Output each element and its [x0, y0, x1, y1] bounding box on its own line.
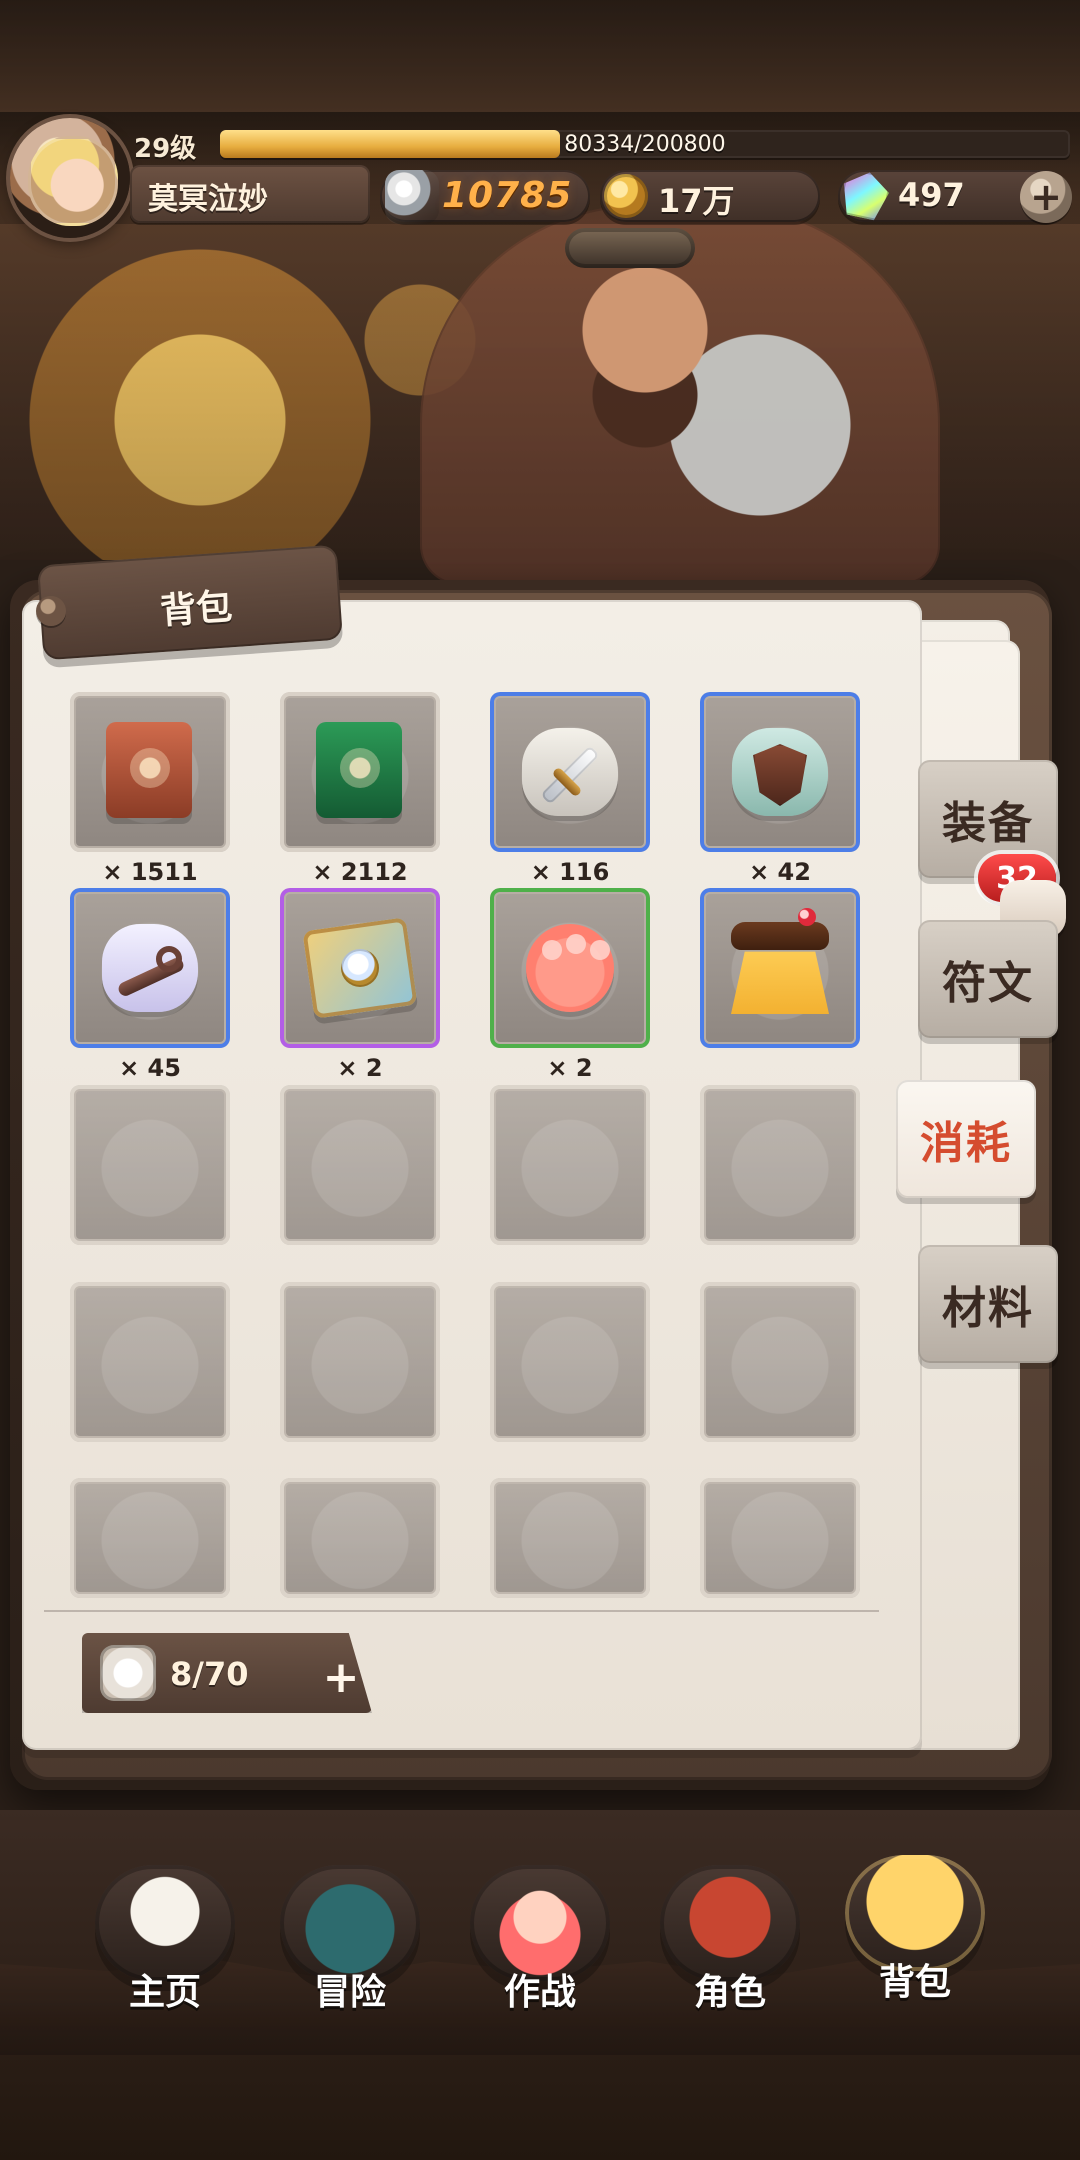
gold-value: 17万 [658, 182, 735, 220]
nav-adventure[interactable]: 冒险 [275, 1865, 425, 2015]
capacity-text: 8/70 [170, 1655, 249, 1693]
paw-dot [590, 940, 610, 960]
nav-label: 作战 [503, 1972, 576, 2013]
nav-label: 主页 [128, 1972, 201, 2013]
exp-bar: 80334/200800 [220, 130, 1070, 158]
goggles [565, 228, 695, 268]
tab-materials[interactable]: 材料 [918, 1245, 1058, 1363]
nav-role[interactable]: 角色 [655, 1865, 805, 2015]
gem-value: 497 [898, 176, 965, 214]
player-name: 莫冥泣妙 [148, 182, 268, 217]
empty-slot[interactable] [280, 1085, 440, 1245]
key-stone-icon [102, 924, 198, 1012]
nav-label: 冒险 [313, 1972, 386, 2013]
bag-capacity-icon [100, 1645, 156, 1701]
empty-slot[interactable] [490, 1478, 650, 1598]
paw-dot [566, 934, 586, 954]
empty-slot[interactable] [700, 1282, 860, 1442]
nav-home[interactable]: 主页 [90, 1865, 240, 2015]
nav-bag[interactable]: 背包 [840, 1855, 990, 2005]
power-value: 10785 [442, 175, 573, 216]
item-count: × 2 [547, 1054, 593, 1082]
tag-pin-icon [36, 596, 66, 626]
paw-dot [542, 940, 562, 960]
item-slot[interactable] [70, 692, 230, 852]
empty-slot[interactable] [70, 1085, 230, 1245]
cherry-icon [798, 908, 816, 926]
add-gems-button[interactable]: + [1020, 171, 1072, 223]
nav-label: 背包 [878, 1962, 951, 2003]
avatar-portrait [28, 136, 118, 226]
pudding-caramel [731, 922, 829, 950]
exp-text: 80334/200800 [564, 131, 726, 157]
player-level: 29级 [134, 134, 197, 164]
empty-slot[interactable] [700, 1478, 860, 1598]
item-count: × 42 [749, 858, 811, 886]
tab-runes[interactable]: 符文 [918, 920, 1058, 1038]
nav-label: 角色 [693, 1972, 766, 2013]
power-icon [385, 170, 439, 224]
item-slot[interactable] [280, 888, 440, 1048]
divider [44, 1610, 879, 1612]
item-slot[interactable] [280, 692, 440, 852]
empty-slot[interactable] [70, 1478, 230, 1598]
book-emblem-icon [340, 748, 380, 788]
item-slot[interactable] [700, 888, 860, 1048]
empty-slot[interactable] [490, 1282, 650, 1442]
tab-consumables[interactable]: 消耗 [896, 1080, 1036, 1198]
book-emblem-icon [130, 748, 170, 788]
item-count: × 45 [119, 1054, 181, 1082]
item-slot[interactable] [490, 692, 650, 852]
item-count: × 2112 [312, 858, 408, 886]
item-count: × 1511 [102, 858, 198, 886]
coin-icon [604, 174, 648, 218]
item-slot[interactable] [490, 888, 650, 1048]
add-capacity-button[interactable]: + [322, 1652, 360, 1703]
compass-icon [341, 949, 379, 987]
item-count: × 116 [530, 858, 610, 886]
item-slot[interactable] [70, 888, 230, 1048]
nav-battle[interactable]: 作战 [465, 1865, 615, 2015]
empty-slot[interactable] [70, 1282, 230, 1442]
item-slot[interactable] [700, 692, 860, 852]
bag-title: 背包 [158, 586, 234, 633]
item-count: × 2 [337, 1054, 383, 1082]
key-ring-icon [156, 946, 182, 972]
empty-slot[interactable] [280, 1282, 440, 1442]
empty-slot[interactable] [700, 1085, 860, 1245]
empty-slot[interactable] [490, 1085, 650, 1245]
empty-slot[interactable] [280, 1478, 440, 1598]
